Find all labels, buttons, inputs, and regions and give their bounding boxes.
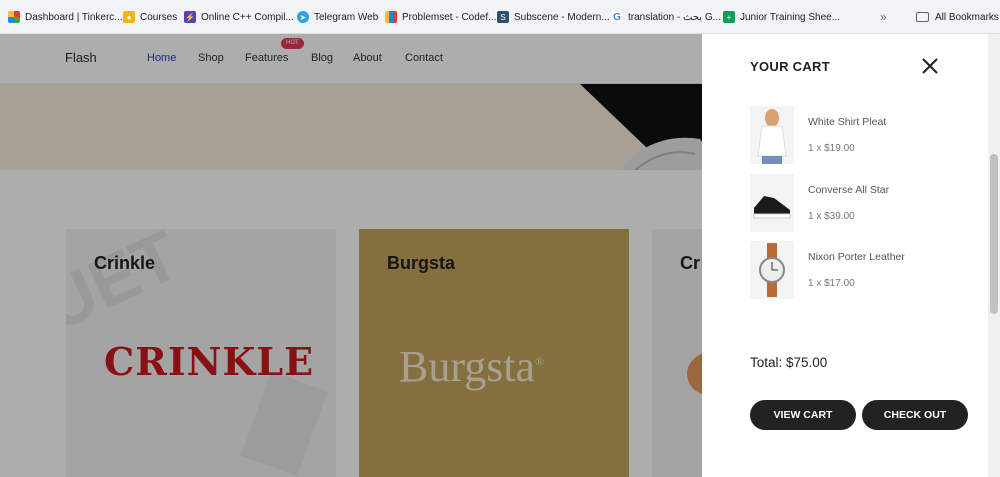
google-icon: G xyxy=(611,11,623,23)
sneaker-thumbnail xyxy=(750,174,794,232)
cart-total: Total: $75.00 xyxy=(750,355,828,370)
bookmark-google-translation[interactable]: G translation - بحث G... xyxy=(611,9,721,25)
cart-item-qty-price: 1 x $19.00 xyxy=(808,143,855,154)
website: Flash Home Shop Features HOT Blog About … xyxy=(0,34,1000,477)
cart-drawer: YOUR CART White Shirt Pleat 1 x $19.00 C… xyxy=(702,34,1000,477)
bars-icon xyxy=(385,11,397,23)
bookmark-dashboard-tinkercad[interactable]: Dashboard | Tinkerc... xyxy=(8,9,123,25)
bookmarks-bar: Dashboard | Tinkerc... ● Courses ⚡ Onlin… xyxy=(0,0,1000,34)
watch-thumbnail xyxy=(750,241,794,299)
cart-item-name[interactable]: Nixon Porter Leather xyxy=(808,251,905,263)
folder-icon xyxy=(916,12,929,22)
cart-item[interactable]: Nixon Porter Leather 1 x $17.00 xyxy=(750,241,970,301)
courses-icon: ● xyxy=(123,11,135,23)
cart-scrollbar-thumb[interactable] xyxy=(990,154,998,314)
cart-item-name[interactable]: Converse All Star xyxy=(808,184,889,196)
all-bookmarks-button[interactable]: All Bookmarks xyxy=(916,9,999,25)
bookmark-codeforces-problemset[interactable]: Problemset - Codef... xyxy=(385,9,496,25)
grid-icon xyxy=(8,11,20,23)
bookmark-telegram-web[interactable]: ➤ Telegram Web xyxy=(297,9,378,25)
bookmark-courses[interactable]: ● Courses xyxy=(123,9,177,25)
cart-item-name[interactable]: White Shirt Pleat xyxy=(808,116,886,128)
check-out-button[interactable]: CHECK OUT xyxy=(862,400,968,430)
close-icon[interactable] xyxy=(920,56,940,76)
shirt-thumbnail xyxy=(750,106,794,164)
bookmarks-overflow-chevron[interactable]: » xyxy=(880,9,887,25)
bookmark-subscene[interactable]: S Subscene - Modern... xyxy=(497,9,610,25)
cart-item-qty-price: 1 x $39.00 xyxy=(808,211,855,222)
sheet-icon: + xyxy=(723,11,735,23)
cart-item[interactable]: White Shirt Pleat 1 x $19.00 xyxy=(750,106,970,166)
telegram-icon: ➤ xyxy=(297,11,309,23)
view-cart-button[interactable]: VIEW CART xyxy=(750,400,856,430)
cart-title: YOUR CART xyxy=(750,59,830,74)
s-icon: S xyxy=(497,11,509,23)
bookmark-online-cpp-compiler[interactable]: ⚡ Online C++ Compil... xyxy=(184,9,294,25)
bookmark-junior-training-sheet[interactable]: + Junior Training Shee... xyxy=(723,9,840,25)
lightning-icon: ⚡ xyxy=(184,11,196,23)
double-chevron-icon: » xyxy=(880,10,887,24)
cart-item[interactable]: Converse All Star 1 x $39.00 xyxy=(750,174,970,234)
cart-item-qty-price: 1 x $17.00 xyxy=(808,278,855,289)
